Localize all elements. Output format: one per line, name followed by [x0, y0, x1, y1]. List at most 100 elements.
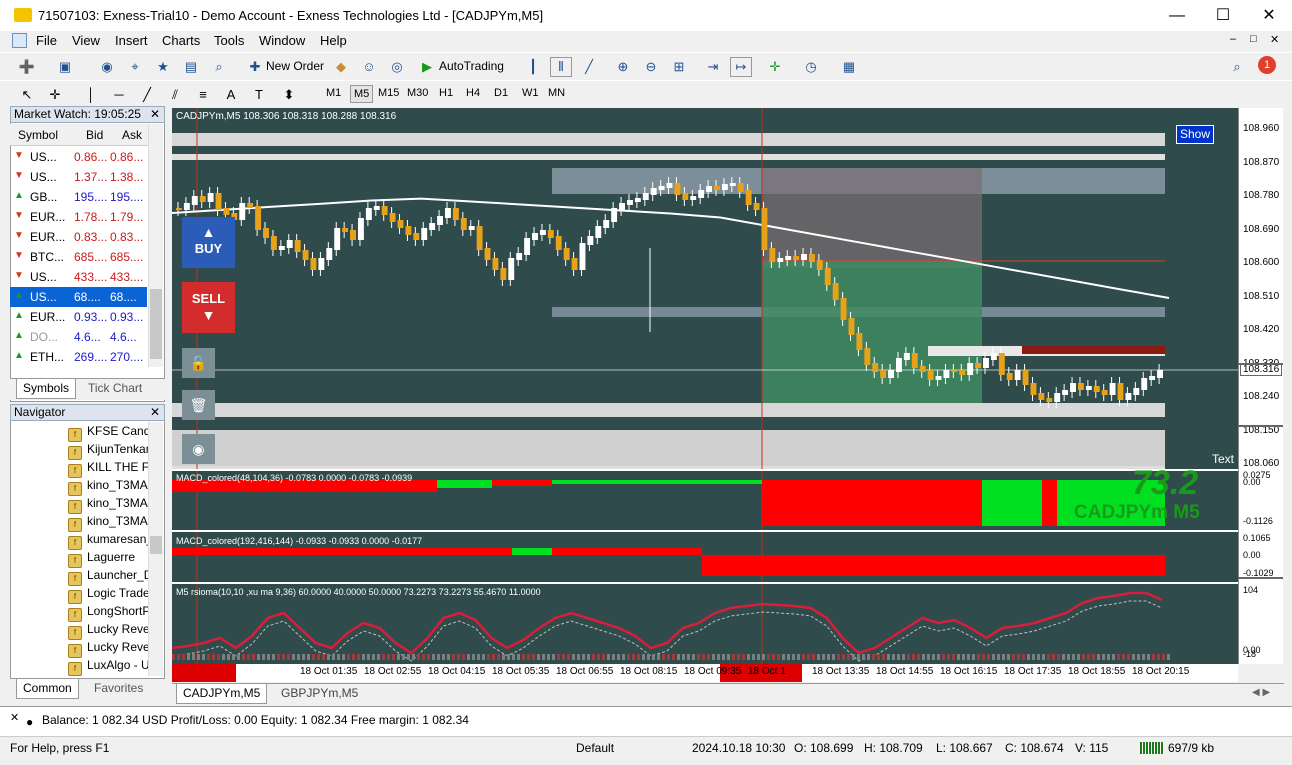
text-label-icon[interactable]: T: [248, 85, 270, 105]
market-watch-row[interactable]: ▼ BTC... 685.... 685....: [10, 247, 147, 267]
tile-windows-icon[interactable]: ⊞: [668, 57, 690, 77]
navigator-scrollbar[interactable]: [148, 422, 163, 676]
navigator-icon[interactable]: ★: [152, 57, 174, 77]
equidistant-channel-icon[interactable]: ⫽: [164, 85, 186, 105]
timeframe-w1[interactable]: W1: [522, 87, 539, 99]
cursor-icon[interactable]: ↖: [16, 85, 38, 105]
tab-gbpjpym-m5[interactable]: GBPJPYm,M5: [275, 684, 364, 704]
candlestick-chart-icon[interactable]: ⫴: [550, 57, 572, 77]
periods-icon[interactable]: ◷: [800, 57, 822, 77]
zoom-out-icon[interactable]: ⊖: [640, 57, 662, 77]
bar-chart-icon[interactable]: ┃: [522, 57, 544, 77]
scrollbar-thumb[interactable]: [150, 536, 162, 554]
metaeditor-icon[interactable]: ◆: [330, 57, 352, 77]
crosshair-icon[interactable]: ✛: [44, 85, 66, 105]
mdi-close-button[interactable]: ✕: [1270, 33, 1279, 46]
vertical-line-icon[interactable]: │: [80, 85, 102, 105]
column-symbol[interactable]: Symbol: [18, 128, 58, 142]
market-watch-icon[interactable]: ◉: [96, 57, 118, 77]
fibonacci-icon[interactable]: ≡: [192, 85, 214, 105]
navigator-indicator-item[interactable]: f KFSE Candle: [68, 424, 148, 442]
market-watch-row[interactable]: ▼ US... 0.86... 0.86...: [10, 147, 147, 167]
market-watch-row[interactable]: ▲ ETH... 269.... 270....: [10, 347, 147, 367]
data-window-icon[interactable]: ⌖: [124, 57, 146, 77]
text-tool-icon[interactable]: A: [220, 85, 242, 105]
buy-button[interactable]: ▲ BUY: [182, 217, 235, 268]
terminal-close-icon[interactable]: ✕: [10, 711, 19, 724]
menu-window[interactable]: Window: [259, 33, 305, 48]
strategy-tester-icon[interactable]: ⌕: [208, 57, 230, 77]
trash-icon[interactable]: 🗑: [182, 390, 215, 420]
mdi-minimize-button[interactable]: –: [1230, 33, 1236, 45]
notification-badge[interactable]: 1: [1258, 56, 1276, 74]
eye-icon[interactable]: ◉: [182, 434, 215, 464]
timeframe-m30[interactable]: M30: [407, 87, 428, 99]
navigator-indicator-item[interactable]: f Lucky Revers: [68, 622, 148, 640]
navigator-indicator-item[interactable]: f kino_T3MA r: [68, 478, 148, 496]
navigator-indicator-item[interactable]: f LuxAlgo - UI: [68, 658, 148, 676]
navigator-indicator-item[interactable]: f LongShortPo: [68, 604, 148, 622]
market-watch-row[interactable]: ▼ US... 433.... 433....: [10, 267, 147, 287]
new-chart-icon[interactable]: ➕: [16, 57, 38, 77]
column-ask[interactable]: Ask: [122, 128, 142, 142]
profiles-icon[interactable]: ▣: [54, 57, 76, 77]
show-button[interactable]: Show: [1176, 125, 1214, 144]
market-watch-scrollbar[interactable]: [148, 124, 163, 367]
navigator-indicator-item[interactable]: f KILL THE FO: [68, 460, 148, 478]
autotrading-label[interactable]: AutoTrading: [439, 59, 504, 73]
chart-window-icon[interactable]: [12, 33, 27, 48]
timeframe-m15[interactable]: M15: [378, 87, 399, 99]
sell-button[interactable]: SELL ▼: [182, 282, 235, 333]
market-watch-row[interactable]: ▼ EUR... 1.78... 1.79...: [10, 207, 147, 227]
search-icon[interactable]: ⌕: [1226, 57, 1248, 77]
timeframe-mn[interactable]: MN: [548, 87, 565, 99]
price-axis[interactable]: 108.960 108.870 108.780 108.690 108.600 108.5…: [1238, 108, 1283, 664]
autotrading-icon[interactable]: ▶: [416, 57, 438, 77]
timeframe-m5[interactable]: M5: [350, 85, 374, 103]
close-button[interactable]: ✕: [1246, 0, 1292, 31]
navigator-indicator-item[interactable]: f kumaresan_3: [68, 532, 148, 550]
timeframe-m1[interactable]: M1: [326, 87, 341, 99]
market-watch-row[interactable]: ▲ DO... 4.6... 4.6...: [10, 327, 147, 347]
chart-canvas[interactable]: CADJPYm,M5 108.306 108.318 108.288 108.3…: [172, 108, 1238, 664]
mdi-restore-button[interactable]: □: [1250, 33, 1257, 45]
column-bid[interactable]: Bid: [86, 128, 103, 142]
line-chart-icon[interactable]: ╱: [578, 57, 600, 77]
navigator-indicator-item[interactable]: f KijunTenkan: [68, 442, 148, 460]
lock-icon[interactable]: 🔓: [182, 348, 215, 378]
market-watch-row[interactable]: ▲ US... 68.... 68....: [10, 287, 147, 307]
arrows-icon[interactable]: ⬍: [278, 85, 300, 105]
navigator-indicator-item[interactable]: f kino_T3MA r: [68, 514, 148, 532]
terminal-icon[interactable]: ▤: [180, 57, 202, 77]
time-axis[interactable]: 18 Oct 01:35 18 Oct 02:55 18 Oct 04:15 18 O…: [172, 664, 1238, 682]
navigator-indicator-item[interactable]: f Launcher_Di: [68, 568, 148, 586]
navigator-indicator-item[interactable]: f kino_T3MA r: [68, 496, 148, 514]
timeframe-h4[interactable]: H4: [466, 87, 480, 99]
tab-symbols[interactable]: Symbols: [16, 379, 77, 399]
tab-scroll-icon[interactable]: ◀ ▶: [1252, 687, 1270, 698]
market-watch-row[interactable]: ▼ EUR... 0.83... 0.83...: [10, 227, 147, 247]
indicators-icon[interactable]: ✛: [764, 57, 786, 77]
market-watch-row[interactable]: ▲ GB... 195.... 195....: [10, 187, 147, 207]
market-watch-row[interactable]: ▲ EUR... 0.93... 0.93...: [10, 307, 147, 327]
market-watch-row[interactable]: ▼ US... 1.37... 1.38...: [10, 167, 147, 187]
navigator-close-icon[interactable]: ✕: [150, 405, 160, 420]
timeframe-h1[interactable]: H1: [439, 87, 453, 99]
signals-icon[interactable]: ☺: [358, 57, 380, 77]
minimize-button[interactable]: —: [1154, 0, 1200, 31]
tab-favorites[interactable]: Favorites: [88, 679, 149, 699]
autoscroll-icon[interactable]: ↦: [730, 57, 752, 77]
tab-tick-chart[interactable]: Tick Chart: [82, 379, 148, 399]
trendline-icon[interactable]: ╱: [136, 85, 158, 105]
menu-help[interactable]: Help: [320, 33, 347, 48]
menu-insert[interactable]: Insert: [115, 33, 148, 48]
market-icon[interactable]: ◎: [386, 57, 408, 77]
maximize-button[interactable]: ☐: [1200, 0, 1246, 31]
templates-icon[interactable]: ▦: [838, 57, 860, 77]
menu-view[interactable]: View: [72, 33, 100, 48]
tab-common[interactable]: Common: [16, 679, 79, 699]
menu-tools[interactable]: Tools: [214, 33, 244, 48]
navigator-indicator-item[interactable]: f Laguerre: [68, 550, 135, 568]
menu-charts[interactable]: Charts: [162, 33, 200, 48]
navigator-indicator-item[interactable]: f Logic Trader: [68, 586, 148, 604]
